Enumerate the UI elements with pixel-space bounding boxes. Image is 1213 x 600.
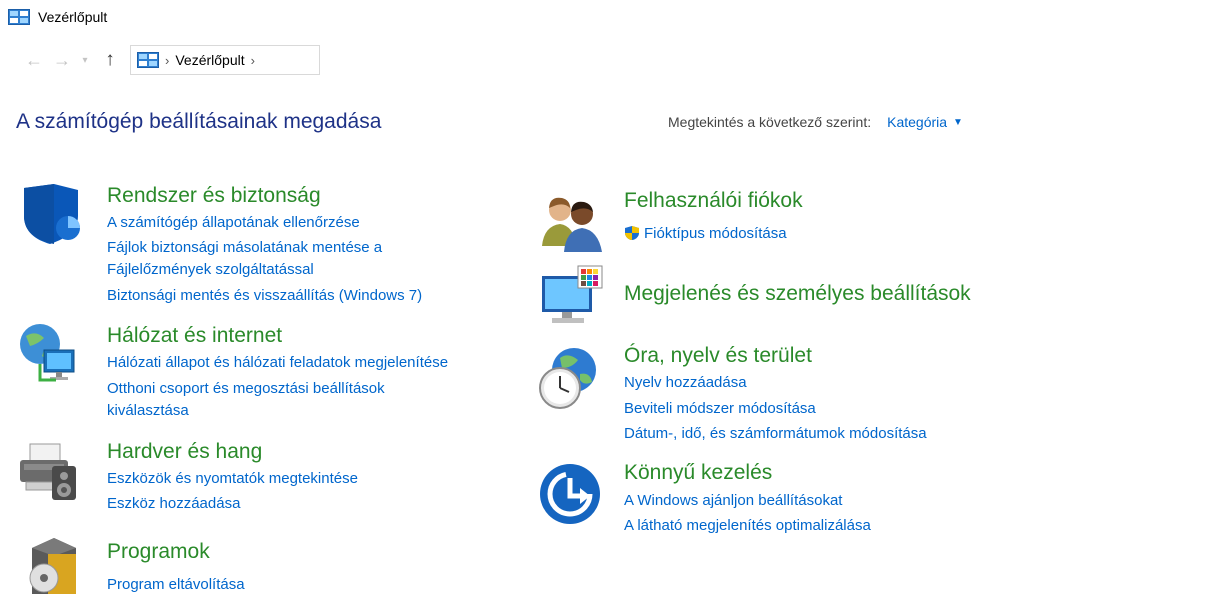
category-user-accounts-title[interactable]: Felhasználói fiókok [624, 189, 803, 213]
link-uninstall-program[interactable]: Program eltávolítása [107, 575, 245, 595]
window-title: Vezérlőpult [38, 9, 108, 25]
breadcrumb-separator-icon[interactable]: › [251, 53, 255, 68]
navigation-bar: ← → ▾ ↑ › Vezérlőpult › [20, 44, 320, 76]
address-bar[interactable]: › Vezérlőpult › [130, 45, 320, 75]
view-by-label: Megtekintés a következő szerint: [668, 114, 872, 130]
link-devices-printers[interactable]: Eszközök és nyomtatók megtekintése [107, 469, 358, 489]
breadcrumb-separator-icon[interactable]: › [165, 53, 169, 68]
appearance-monitor-icon[interactable] [540, 264, 604, 328]
link-add-device[interactable]: Eszköz hozzáadása [107, 494, 240, 514]
page-title: A számítógép beállításainak megadása [16, 110, 382, 133]
view-by-control: Megtekintés a következő szerint: Kategór… [668, 114, 963, 130]
category-appearance-title[interactable]: Megjelenés és személyes beállítások [624, 282, 971, 306]
link-homegroup-sharing-cont[interactable]: kiválasztása [107, 401, 189, 421]
control-panel-icon [137, 52, 159, 68]
link-check-computer-status[interactable]: A számítógép állapotának ellenőrzése [107, 213, 360, 233]
link-add-language[interactable]: Nyelv hozzáadása [624, 373, 747, 393]
security-shield-icon[interactable] [18, 182, 82, 246]
category-programs-title[interactable]: Programok [107, 540, 210, 564]
link-windows-suggest-settings[interactable]: A Windows ajánljon beállításokat [624, 491, 842, 511]
window-titlebar: Vezérlőpult [8, 4, 107, 30]
link-change-account-type[interactable]: Fióktípus módosítása [624, 224, 787, 244]
link-change-date-time-formats[interactable]: Dátum-, idő, és számformátumok módosítás… [624, 424, 927, 444]
link-change-input-method[interactable]: Beviteli módszer módosítása [624, 399, 816, 419]
category-hardware-sound-title[interactable]: Hardver és hang [107, 440, 262, 464]
control-panel-icon [8, 9, 30, 25]
link-file-history-backup-cont[interactable]: Fájlelőzmények szolgáltatással [107, 260, 314, 280]
link-network-status-tasks[interactable]: Hálózati állapot és hálózati feladatok m… [107, 353, 448, 373]
programs-disc-box-icon[interactable] [22, 534, 86, 598]
link-backup-restore-win7[interactable]: Biztonsági mentés és visszaállítás (Wind… [107, 286, 422, 306]
user-accounts-icon[interactable] [540, 190, 604, 254]
clock-language-globe-icon[interactable] [538, 346, 602, 410]
ease-of-access-icon[interactable] [538, 462, 602, 526]
link-homegroup-sharing[interactable]: Otthoni csoport és megosztási beállításo… [107, 379, 385, 399]
uac-shield-icon [625, 226, 639, 240]
dropdown-caret-icon[interactable]: ▼ [953, 117, 963, 128]
view-by-value[interactable]: Kategória [887, 114, 947, 130]
breadcrumb-item[interactable]: Vezérlőpult [175, 52, 244, 68]
category-system-security-title[interactable]: Rendszer és biztonság [107, 184, 321, 208]
recent-locations-chevron-icon[interactable]: ▾ [76, 46, 94, 74]
link-file-history-backup[interactable]: Fájlok biztonsági másolatának mentése a [107, 238, 382, 258]
link-optimize-visual-display[interactable]: A látható megjelenítés optimalizálása [624, 516, 871, 536]
category-network-internet-title[interactable]: Hálózat és internet [107, 324, 282, 348]
view-by-dropdown[interactable]: Kategória ▼ [887, 114, 963, 130]
network-globe-icon[interactable] [16, 322, 80, 386]
category-clock-region-title[interactable]: Óra, nyelv és terület [624, 344, 812, 368]
forward-arrow-icon[interactable]: → [48, 46, 76, 74]
up-arrow-icon[interactable]: ↑ [96, 46, 124, 74]
category-ease-of-access-title[interactable]: Könnyű kezelés [624, 461, 772, 485]
printer-speaker-icon[interactable] [16, 440, 80, 504]
back-arrow-icon[interactable]: ← [20, 46, 48, 74]
link-change-account-type-label[interactable]: Fióktípus módosítása [644, 225, 787, 242]
